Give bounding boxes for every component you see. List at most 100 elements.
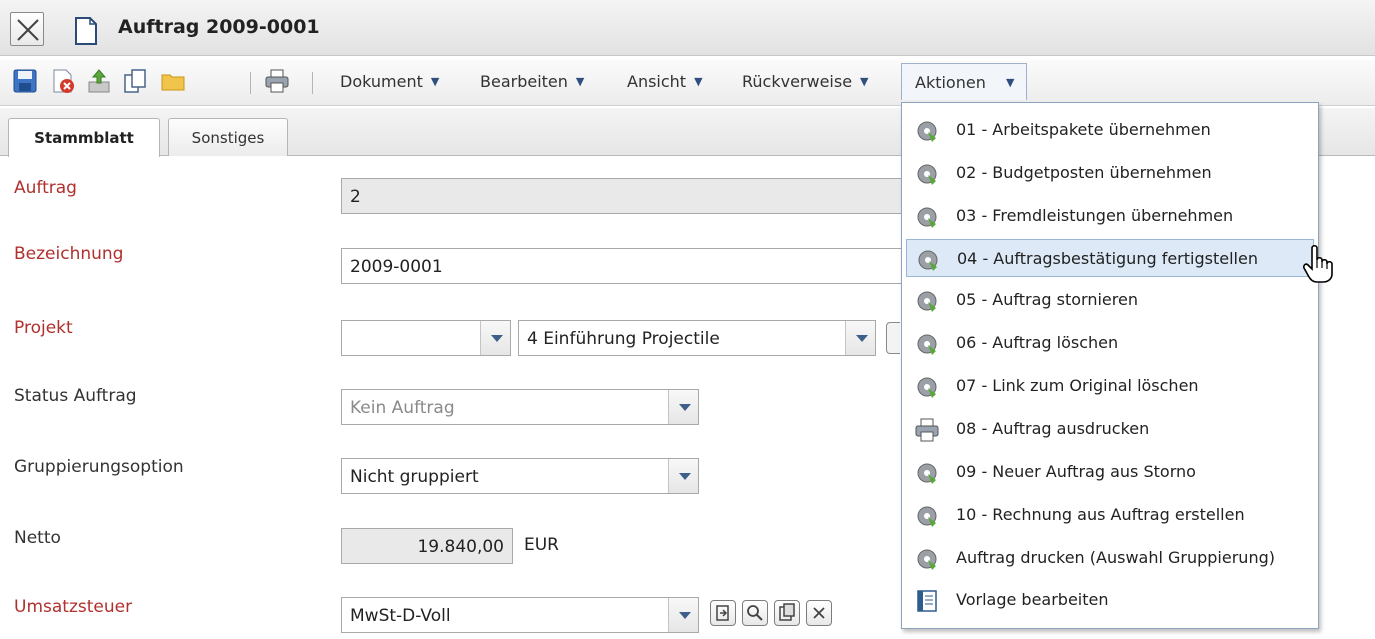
caret-down-icon: ▼ xyxy=(430,75,440,88)
menu-dokument[interactable]: Dokument ▼ xyxy=(340,72,439,91)
template-icon xyxy=(917,590,937,612)
auftrag-field[interactable]: 2 xyxy=(341,178,911,214)
actions-dropdown-menu: 01 - Arbeitspakete übernehmen 02 - Budge… xyxy=(901,102,1319,629)
gear-icon xyxy=(918,250,938,271)
label-umsatzsteuer: Umsatzsteuer xyxy=(14,597,133,617)
menu-ansicht[interactable]: Ansicht ▼ xyxy=(627,72,703,91)
combo-arrow-icon[interactable] xyxy=(845,321,875,355)
document-icon xyxy=(75,17,97,45)
toolbar-separator xyxy=(250,72,251,94)
gear-icon xyxy=(917,549,937,570)
menu-item-label: 09 - Neuer Auftrag aus Storno xyxy=(956,462,1196,481)
gear-icon xyxy=(917,463,937,484)
menu-item-label: 05 - Auftrag stornieren xyxy=(956,290,1138,309)
combo-value: MwSt-D-Voll xyxy=(350,606,451,626)
menu-label: Bearbeiten xyxy=(480,72,568,91)
combo-value: 4 Einführung Projectile xyxy=(527,329,720,349)
projekt-combo[interactable]: 4 Einführung Projectile xyxy=(518,320,876,356)
gear-icon xyxy=(917,291,937,312)
combo-arrow-icon[interactable] xyxy=(668,598,698,632)
print-icon[interactable] xyxy=(264,68,290,94)
menu-item-stornieren[interactable]: 05 - Auftrag stornieren xyxy=(906,281,1314,319)
caret-down-icon: ▼ xyxy=(694,75,703,88)
netto-field: 19.840,00 xyxy=(341,528,513,564)
menu-label: Dokument xyxy=(340,72,423,91)
menu-item-label: 06 - Auftrag löschen xyxy=(956,333,1119,352)
menu-item-label: 01 - Arbeitspakete übernehmen xyxy=(956,120,1211,139)
clear-button[interactable] xyxy=(806,600,832,626)
toolbar: Dokument ▼ Bearbeiten ▼ Ansicht ▼ Rückverwe… xyxy=(0,60,1375,106)
menu-rueckverweise[interactable]: Rückverweise ▼ xyxy=(742,72,869,91)
menu-aktionen[interactable]: Aktionen ▼ xyxy=(901,63,1027,100)
combo-arrow-icon[interactable] xyxy=(480,321,510,355)
label-status-auftrag: Status Auftrag xyxy=(14,386,137,406)
status-auftrag-combo[interactable]: Kein Auftrag xyxy=(341,389,699,425)
gear-icon xyxy=(917,207,937,228)
menu-item-drucken-gruppierung[interactable]: Auftrag drucken (Auswahl Gruppierung) xyxy=(906,539,1314,577)
upload-icon[interactable] xyxy=(86,68,112,94)
label-gruppierungsoption: Gruppierungsoption xyxy=(14,457,184,477)
gruppierungsoption-combo[interactable]: Nicht gruppiert xyxy=(341,458,699,494)
caret-down-icon: ▼ xyxy=(575,75,585,88)
search-button[interactable] xyxy=(742,600,768,626)
printer-icon xyxy=(915,418,939,442)
menu-item-label: 04 - Auftragsbestätigung fertigstellen xyxy=(957,249,1258,268)
close-button[interactable] xyxy=(10,12,44,46)
combo-value: Kein Auftrag xyxy=(350,398,455,418)
menu-label: Aktionen xyxy=(915,73,986,92)
bezeichnung-field[interactable]: 2009-0001 xyxy=(341,248,911,284)
netto-currency: EUR xyxy=(524,535,559,555)
close-icon xyxy=(17,19,39,41)
clipboard-icon xyxy=(779,603,795,621)
menu-bearbeiten[interactable]: Bearbeiten ▼ xyxy=(480,72,584,91)
menu-item-neuer-auftrag[interactable]: 09 - Neuer Auftrag aus Storno xyxy=(906,453,1314,491)
menu-item-label: 10 - Rechnung aus Auftrag erstellen xyxy=(956,505,1245,524)
copy-icon[interactable] xyxy=(122,68,148,94)
toolbar-separator xyxy=(312,72,313,94)
menu-item-budgetposten[interactable]: 02 - Budgetposten übernehmen xyxy=(906,154,1314,192)
caret-down-icon: ▼ xyxy=(860,75,869,88)
umsatzsteuer-combo[interactable]: MwSt-D-Voll xyxy=(341,597,699,633)
menu-item-label: 07 - Link zum Original löschen xyxy=(956,376,1199,395)
delete-icon[interactable] xyxy=(50,68,76,94)
open-icon xyxy=(716,605,729,621)
window-title: Auftrag 2009-0001 xyxy=(118,16,320,38)
gear-icon xyxy=(917,164,937,185)
projekt-link-button[interactable] xyxy=(886,322,900,354)
menu-item-label: Vorlage bearbeiten xyxy=(956,590,1109,609)
menu-item-link-loeschen[interactable]: 07 - Link zum Original löschen xyxy=(906,367,1314,405)
label-bezeichnung: Bezeichnung xyxy=(14,244,124,264)
menu-item-auftragsbestaetigung[interactable]: 04 - Auftragsbestätigung fertigstellen xyxy=(906,239,1314,277)
menu-item-vorlage-bearbeiten[interactable]: Vorlage bearbeiten xyxy=(906,581,1314,619)
menu-item-rechnung[interactable]: 10 - Rechnung aus Auftrag erstellen xyxy=(906,496,1314,534)
gear-icon xyxy=(917,377,937,398)
menu-item-label: 08 - Auftrag ausdrucken xyxy=(956,419,1150,438)
hand-cursor-icon xyxy=(1303,244,1333,283)
menu-item-label: Auftrag drucken (Auswahl Gruppierung) xyxy=(956,548,1275,567)
menu-label: Rückverweise xyxy=(742,72,853,91)
menu-item-label: 03 - Fremdleistungen übernehmen xyxy=(956,206,1234,225)
caret-down-icon: ▼ xyxy=(1006,76,1015,89)
search-icon xyxy=(747,605,763,621)
menu-item-arbeitspakete[interactable]: 01 - Arbeitspakete übernehmen xyxy=(906,111,1314,149)
folder-icon[interactable] xyxy=(160,68,186,94)
open-record-button[interactable] xyxy=(710,600,736,626)
tab-sonstiges[interactable]: Sonstiges xyxy=(168,118,288,156)
menu-item-loeschen[interactable]: 06 - Auftrag löschen xyxy=(906,324,1314,362)
label-projekt: Projekt xyxy=(14,318,73,338)
menu-item-label: 02 - Budgetposten übernehmen xyxy=(956,163,1212,182)
combo-arrow-icon[interactable] xyxy=(668,390,698,424)
title-bar: Auftrag 2009-0001 xyxy=(0,0,1375,56)
menu-item-ausdrucken[interactable]: 08 - Auftrag ausdrucken xyxy=(906,410,1314,448)
combo-value: Nicht gruppiert xyxy=(350,467,479,487)
paste-button[interactable] xyxy=(774,600,800,626)
save-icon[interactable] xyxy=(12,68,38,94)
tab-stammblatt[interactable]: Stammblatt xyxy=(8,118,160,157)
clear-icon xyxy=(813,607,825,619)
gear-icon xyxy=(917,121,937,142)
gear-icon xyxy=(917,506,937,527)
label-netto: Netto xyxy=(14,528,61,548)
menu-item-fremdleistungen[interactable]: 03 - Fremdleistungen übernehmen xyxy=(906,197,1314,235)
projekt-prefix-combo[interactable] xyxy=(341,320,511,356)
combo-arrow-icon[interactable] xyxy=(668,459,698,493)
